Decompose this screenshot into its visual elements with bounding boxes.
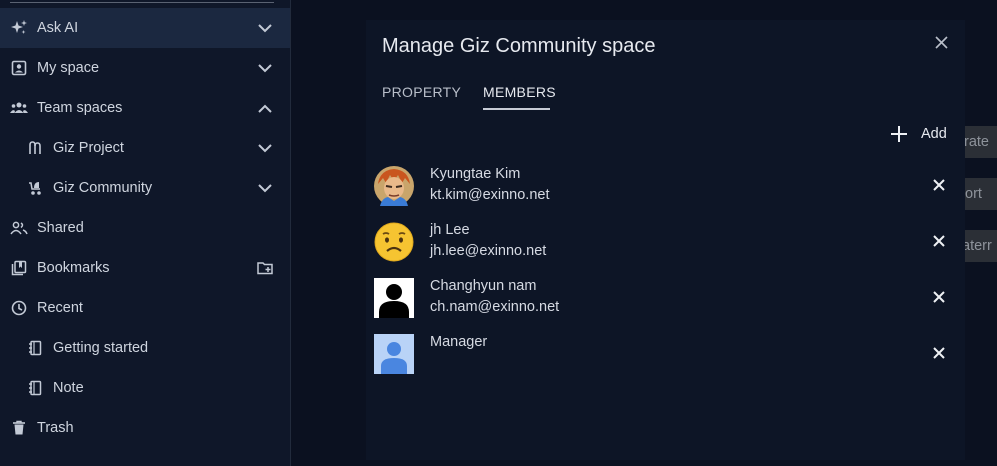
close-icon[interactable] <box>932 234 946 248</box>
sidebar-item-label: Shared <box>37 220 84 236</box>
member-name: Kyungtae Kim <box>430 166 521 182</box>
sidebar-item-label: My space <box>37 60 100 76</box>
hand-icon <box>26 139 44 157</box>
notebook-icon <box>26 339 44 357</box>
sidebar-item-label: Recent <box>37 300 83 316</box>
people-share-icon <box>10 219 28 237</box>
add-label: Add <box>921 126 947 142</box>
tab-members[interactable]: MEMBERS <box>483 84 556 100</box>
member-name: Manager <box>430 334 488 350</box>
notebook-icon <box>26 379 44 397</box>
sparkle-icon <box>10 19 28 37</box>
trash-icon <box>10 419 28 437</box>
add-member-button[interactable]: Add <box>891 122 947 146</box>
sidebar-item-label: Team spaces <box>37 100 123 116</box>
close-icon[interactable] <box>931 32 951 52</box>
active-tab-indicator <box>483 108 550 110</box>
sidebar-divider <box>10 2 274 3</box>
close-icon[interactable] <box>932 290 946 304</box>
chevron-up-icon[interactable] <box>256 99 274 117</box>
member-email: ch.nam@exinno.net <box>430 299 560 315</box>
member-email: jh.lee@exinno.net <box>430 243 547 259</box>
chevron-down-icon[interactable] <box>256 59 274 77</box>
worried-emoji-avatar <box>374 222 414 262</box>
member-row: jh Lee jh.lee@exinno.net <box>366 222 965 278</box>
clock-icon <box>10 299 28 317</box>
tab-property[interactable]: PROPERTY <box>382 84 461 100</box>
sidebar-item-label: Bookmarks <box>37 260 110 276</box>
person-box-icon <box>10 59 28 77</box>
chevron-down-icon[interactable] <box>256 139 274 157</box>
sidebar-item-giz-community[interactable]: Giz Community <box>0 168 290 208</box>
close-icon[interactable] <box>932 178 946 192</box>
dialog-title: Manage Giz Community space <box>382 35 656 57</box>
group-icon <box>10 99 28 117</box>
member-row: Manager <box>366 334 965 390</box>
member-row: Changhyun nam ch.nam@exinno.net <box>366 278 965 334</box>
bookmarks-icon <box>10 259 28 277</box>
sidebar-item-label: Trash <box>37 420 74 436</box>
sidebar-item-team-spaces[interactable]: Team spaces <box>0 88 290 128</box>
cartoon-avatar <box>374 166 414 206</box>
sidebar-item-note[interactable]: Note <box>0 368 290 408</box>
sidebar-item-giz-project[interactable]: Giz Project <box>0 128 290 168</box>
sidebar-item-label: Giz Project <box>53 140 124 156</box>
sidebar-item-shared[interactable]: Shared <box>0 208 290 248</box>
chevron-down-icon[interactable] <box>256 19 274 37</box>
chevron-down-icon[interactable] <box>256 179 274 197</box>
sidebar-item-label: Ask AI <box>37 20 79 36</box>
sidebar-item-bookmarks[interactable]: Bookmarks <box>0 248 290 288</box>
member-name: jh Lee <box>430 222 470 238</box>
member-name: Changhyun nam <box>430 278 537 294</box>
sidebar-item-label: Note <box>53 380 84 396</box>
sidebar-item-recent[interactable]: Recent <box>0 288 290 328</box>
sidebar-item-ask-ai[interactable]: Ask AI <box>0 8 290 48</box>
sidebar-item-label: Getting started <box>53 340 149 356</box>
sidebar: Ask AI My space Team spaces Giz Project <box>0 0 291 466</box>
silhouette-avatar <box>374 278 414 318</box>
default-blue-avatar <box>374 334 414 374</box>
manage-space-dialog: Manage Giz Community space PROPERTY MEMB… <box>366 20 965 460</box>
stroller-icon <box>26 179 44 197</box>
sidebar-item-label: Giz Community <box>53 180 153 196</box>
close-icon[interactable] <box>932 346 946 360</box>
member-email: kt.kim@exinno.net <box>430 187 550 203</box>
new-folder-icon[interactable] <box>256 259 274 277</box>
sidebar-item-getting-started[interactable]: Getting started <box>0 328 290 368</box>
member-row: Kyungtae Kim kt.kim@exinno.net <box>366 166 965 222</box>
plus-icon <box>891 126 907 142</box>
sidebar-item-trash[interactable]: Trash <box>0 408 290 448</box>
sidebar-item-my-space[interactable]: My space <box>0 48 290 88</box>
